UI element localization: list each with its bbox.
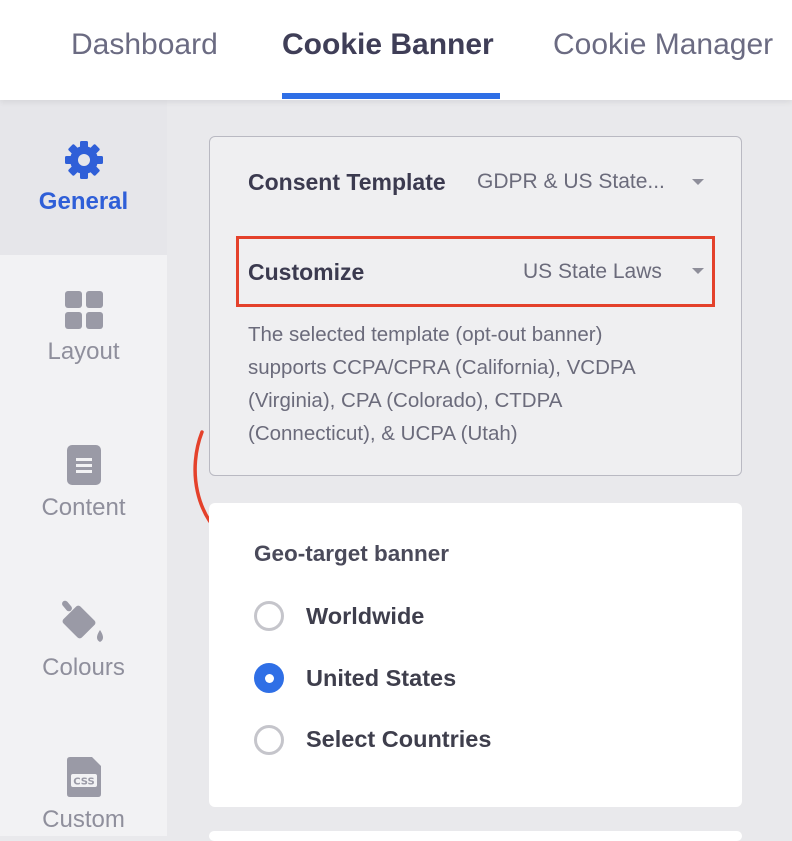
sidebar-item-label: Custom	[42, 806, 125, 833]
sidebar-item-label: General	[38, 188, 129, 215]
sidebar-item-layout[interactable]: Layout	[0, 290, 167, 366]
svg-text:CSS: CSS	[73, 777, 94, 788]
chevron-down-icon[interactable]	[692, 268, 704, 274]
sidebar-item-label: Layout	[47, 338, 120, 365]
description-line: (Virginia), CPA (Colorado), CTDPA	[248, 389, 563, 412]
paint-bucket-icon	[61, 600, 103, 642]
tab-cookie-banner[interactable]: Cookie Banner	[282, 28, 494, 62]
tab-dashboard[interactable]: Dashboard	[71, 28, 218, 62]
radio-label-worldwide[interactable]: Worldwide	[306, 603, 424, 630]
sidebar-item-label: Colours	[42, 654, 125, 681]
sidebar-item-content[interactable]: Content	[0, 444, 167, 522]
radio-label-united-states[interactable]: United States	[306, 665, 456, 692]
grid-icon	[64, 291, 103, 329]
sidebar-item-colours[interactable]: Colours	[0, 600, 167, 682]
chevron-down-icon[interactable]	[692, 179, 704, 185]
consent-template-label: Consent Template	[248, 169, 446, 195]
next-card	[209, 831, 742, 841]
gear-icon	[64, 141, 103, 179]
description-line: supports CCPA/CPRA (California), VCDPA	[248, 356, 636, 379]
template-description: The selected template (opt-out banner) s…	[248, 318, 718, 450]
active-tab-indicator	[282, 93, 500, 99]
sidebar-item-custom[interactable]: CSS Custom	[0, 756, 167, 834]
document-icon	[66, 445, 101, 485]
tab-cookie-manager[interactable]: Cookie Manager	[553, 28, 773, 62]
sidebar-item-label: Content	[41, 494, 126, 521]
description-line: (Connecticut), & UCPA (Utah)	[248, 422, 518, 445]
radio-label-select-countries[interactable]: Select Countries	[306, 726, 491, 753]
consent-template-dropdown[interactable]: GDPR & US State...	[477, 170, 665, 194]
customize-dropdown[interactable]: US State Laws	[523, 260, 662, 284]
top-tab-bar: Dashboard Cookie Banner Cookie Manager	[0, 0, 792, 100]
radio-united-states[interactable]	[254, 663, 284, 693]
geo-target-title: Geo-target banner	[254, 541, 450, 566]
settings-sidebar: General Layout Content Colours CSS Custo…	[0, 100, 167, 836]
customize-label: Customize	[248, 259, 365, 285]
css-file-icon: CSS	[66, 757, 101, 797]
sidebar-item-general[interactable]: General	[0, 100, 167, 255]
radio-select-countries[interactable]	[254, 725, 284, 755]
radio-worldwide[interactable]	[254, 601, 284, 631]
description-line: The selected template (opt-out banner)	[248, 323, 603, 346]
